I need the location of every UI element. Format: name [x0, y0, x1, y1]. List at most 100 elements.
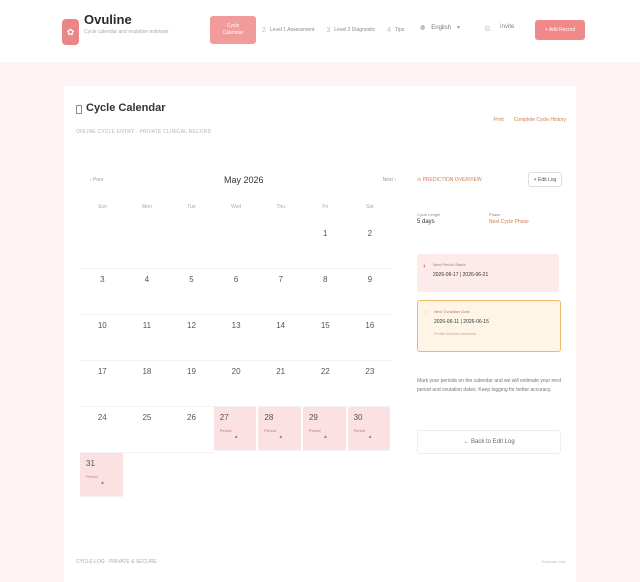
calendar-day-cell[interactable]: 6 [213, 269, 259, 315]
period-tag: Period [353, 428, 366, 433]
calendar-day-cell[interactable]: 19 [169, 361, 214, 407]
history-link[interactable]: Complete Cycle History [514, 117, 566, 123]
calendar-day-cell[interactable]: 3 [80, 269, 125, 315]
globe-icon: ◍ [420, 25, 426, 31]
invite-link[interactable]: Invite [500, 24, 514, 30]
day-number: 25 [142, 413, 152, 422]
day-number: 7 [278, 275, 283, 284]
day-number: 20 [231, 367, 241, 376]
calendar-grid: 1 2 3 4 5 6 7 8 9 10 11 12 13 14 15 16 17 18 19 20 21 22 23 24 2… [80, 223, 393, 499]
prev-month-button[interactable]: ‹ Prev [90, 177, 103, 183]
calendar-day-cell[interactable]: 24 [80, 407, 125, 453]
weekday-label: Thu [276, 204, 285, 210]
day-number: 3 [100, 275, 105, 284]
calendar-day-cell[interactable]: 12 [169, 315, 214, 361]
print-link[interactable]: Print [493, 117, 503, 123]
calendar-day-cell[interactable]: 9 [347, 269, 393, 315]
calendar-day-cell[interactable]: 28 Period ▲ [258, 407, 301, 451]
calendar-day-cell[interactable]: 2 [347, 223, 393, 269]
calendar-day-cell[interactable]: 4 [124, 269, 170, 315]
main-card: Cycle Calendar ONLINE CYCLE ENTRY · PRIV… [64, 86, 576, 582]
calendar-empty-cell [258, 223, 303, 269]
period-tag: Period [86, 474, 98, 479]
box-note: Fertile window estimate [434, 331, 476, 336]
day-number: 14 [276, 321, 286, 330]
weekday-label: Tue [187, 204, 196, 210]
period-marker-icon: ▲ [367, 434, 373, 440]
calendar-day-cell[interactable]: 14 [258, 315, 303, 361]
calendar-day-cell[interactable]: 16 [347, 315, 393, 361]
egg-icon: ◌ [424, 310, 429, 317]
weekday-label: Sat [366, 204, 374, 210]
day-number: 8 [323, 275, 328, 284]
calendar-day-cell[interactable]: 25 [124, 407, 170, 453]
period-tag: Period [264, 428, 276, 433]
calendar-day-cell[interactable]: 26 [169, 407, 214, 453]
weekday-label: Wed [230, 204, 242, 210]
step-number: 2 [262, 26, 266, 34]
footer-note: Estimate only [541, 559, 566, 564]
calendar-day-cell[interactable]: 20 [213, 361, 259, 407]
day-number: 12 [187, 321, 196, 330]
step-label: Cycle Calendar [222, 23, 244, 36]
back-to-edit-log-button[interactable]: ← Back to Edit Log [417, 430, 561, 454]
day-number: 10 [97, 321, 107, 330]
day-number: 22 [320, 367, 330, 376]
day-number: 5 [189, 275, 194, 284]
calendar-empty-cell [169, 223, 214, 269]
day-number: 17 [97, 367, 107, 376]
footer-text: CYCLE LOG · PRIVATE & SECURE [76, 559, 157, 565]
edit-log-button[interactable]: + Edit Log [528, 172, 562, 187]
day-number: 31 [86, 459, 95, 468]
calendar-day-cell[interactable]: 8 [302, 269, 348, 315]
step-level-1[interactable]: 2 Level 1 Assessment [256, 16, 320, 44]
day-number: 29 [308, 413, 318, 422]
calendar-day-cell[interactable]: 23 [347, 361, 393, 407]
stat-label: Phase [489, 212, 501, 217]
calendar-nav: ‹ Prev May 2026 Next › [74, 168, 406, 190]
next-month-button[interactable]: Next › [383, 177, 396, 183]
calendar-day-cell[interactable]: 10 [80, 315, 125, 361]
step-label: Level 2 Diagnostic [334, 26, 376, 33]
page-title: Cycle Calendar [86, 102, 166, 114]
calendar-day-cell[interactable]: 21 [258, 361, 303, 407]
add-record-button[interactable]: + Add Record [535, 20, 585, 40]
step-tips[interactable]: 4 Tips [381, 16, 410, 44]
box-label: Next Period Starts [433, 262, 466, 267]
side-panel: ⊙ PREDICTION OVERVIEW + Edit Log Cycle L… [417, 172, 562, 472]
period-marker-icon: ▲ [100, 480, 105, 486]
step-cycle-calendar[interactable]: Cycle Calendar [210, 16, 256, 44]
box-value: 2026-06-11 | 2026-06-15 [434, 319, 489, 325]
calendar-day-cell[interactable]: 22 [302, 361, 348, 407]
calendar-day-cell[interactable]: 31 Period ▲ [80, 453, 123, 497]
calendar-day-cell[interactable]: 13 [213, 315, 259, 361]
day-number: 23 [365, 367, 375, 376]
prediction-overview-link[interactable]: ⊙ PREDICTION OVERVIEW [417, 177, 482, 183]
calendar-day-cell[interactable]: 11 [124, 315, 170, 361]
step-level-2[interactable]: 3 Level 2 Diagnostic [320, 16, 381, 44]
weekday-label: Sun [97, 204, 107, 210]
user-icon[interactable]: ⊙ [484, 24, 491, 33]
day-number: 28 [264, 413, 274, 422]
calendar-day-cell[interactable]: 27 Period ▲ [213, 407, 257, 451]
calendar-day-cell[interactable]: 7 [258, 269, 303, 315]
cycle-length-stat: Cycle Length 5 days [417, 212, 440, 225]
phase-stat: Phase Next Cycle Phase [489, 212, 529, 225]
day-number: 15 [320, 321, 330, 330]
calendar-day-cell[interactable]: 5 [169, 269, 214, 315]
calendar-day-cell[interactable]: 18 [124, 361, 170, 407]
calendar-day-cell[interactable]: 17 [80, 361, 125, 407]
period-marker-icon: ▲ [278, 434, 284, 440]
calendar-empty-cell [213, 223, 259, 269]
day-number: 21 [276, 367, 286, 376]
day-number: 13 [231, 321, 241, 330]
brand-name: Ovuline [84, 12, 132, 27]
calendar-day-cell[interactable]: 15 [302, 315, 348, 361]
page-subtitle: ONLINE CYCLE ENTRY · PRIVATE CLINICAL RE… [76, 129, 212, 135]
calendar-day-cell[interactable]: 30 Period ▲ [347, 407, 391, 451]
calendar-day-cell[interactable]: 29 Period ▲ [302, 407, 346, 451]
box-value: 2026-06-17 | 2026-06-21 [433, 272, 489, 278]
calendar-day-cell[interactable]: 1 [302, 223, 348, 269]
stat-value: Next Cycle Phase [489, 219, 529, 225]
language-select[interactable]: ◍ English ▾ [420, 24, 460, 32]
